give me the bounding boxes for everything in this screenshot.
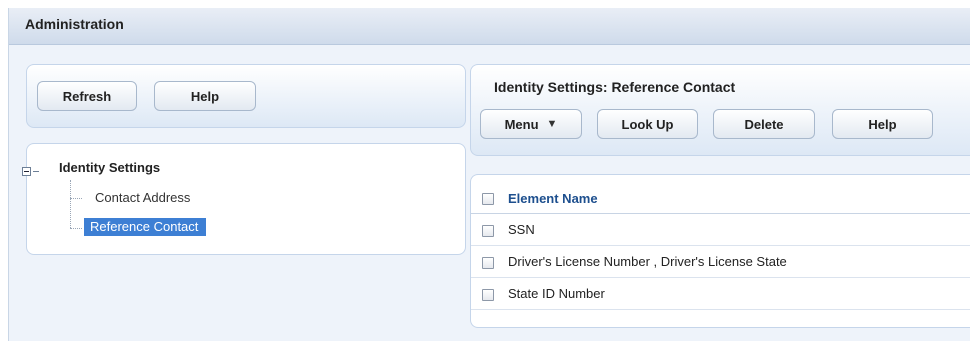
window-title: Administration xyxy=(25,16,124,32)
tree-line-icon xyxy=(70,180,71,228)
tree-item-reference-contact[interactable]: Reference Contact xyxy=(84,218,207,236)
collapse-toggle-icon[interactable] xyxy=(22,167,31,176)
menu-dropdown-icon: ▼ xyxy=(546,118,558,130)
left-help-button-label: Help xyxy=(190,88,220,104)
table-header-row: Element Name xyxy=(471,183,970,214)
right-help-button[interactable]: Help xyxy=(832,109,933,139)
column-header-element-name[interactable]: Element Name xyxy=(508,191,598,206)
delete-button[interactable]: Delete xyxy=(713,109,815,139)
table-cell: State ID Number xyxy=(508,286,605,301)
refresh-button[interactable]: Refresh xyxy=(37,81,137,111)
tree-connector xyxy=(33,171,39,172)
menu-button-label: Menu xyxy=(504,116,539,132)
table-row: Driver's License Number , Driver's Licen… xyxy=(471,247,970,278)
row-checkbox[interactable] xyxy=(482,225,494,237)
table-row: SSN xyxy=(471,215,970,246)
element-table: Element Name SSN Driver's License Number… xyxy=(470,174,970,328)
left-toolbar: Refresh Help xyxy=(26,64,466,128)
title-bar: Administration xyxy=(9,8,970,45)
tree-branch-icon xyxy=(70,228,82,229)
table-cell: Driver's License Number , Driver's Licen… xyxy=(508,254,787,269)
tree-branch-icon xyxy=(70,198,82,199)
select-all-checkbox[interactable] xyxy=(482,193,494,205)
tree-root-identity-settings[interactable]: Identity Settings xyxy=(59,160,160,175)
lookup-button[interactable]: Look Up xyxy=(597,109,698,139)
table-row: State ID Number xyxy=(471,279,970,310)
tree-item-contact-address[interactable]: Contact Address xyxy=(95,190,190,205)
right-help-button-label: Help xyxy=(868,116,897,132)
left-help-button[interactable]: Help xyxy=(154,81,256,111)
row-checkbox[interactable] xyxy=(482,257,494,269)
refresh-button-label: Refresh xyxy=(62,88,112,104)
delete-button-label: Delete xyxy=(744,116,784,132)
row-checkbox[interactable] xyxy=(482,289,494,301)
table-cell: SSN xyxy=(508,222,535,237)
lookup-button-label: Look Up xyxy=(621,116,674,132)
menu-button[interactable]: Menu ▼ xyxy=(480,109,582,139)
pane-title: Identity Settings: Reference Contact xyxy=(494,79,736,95)
